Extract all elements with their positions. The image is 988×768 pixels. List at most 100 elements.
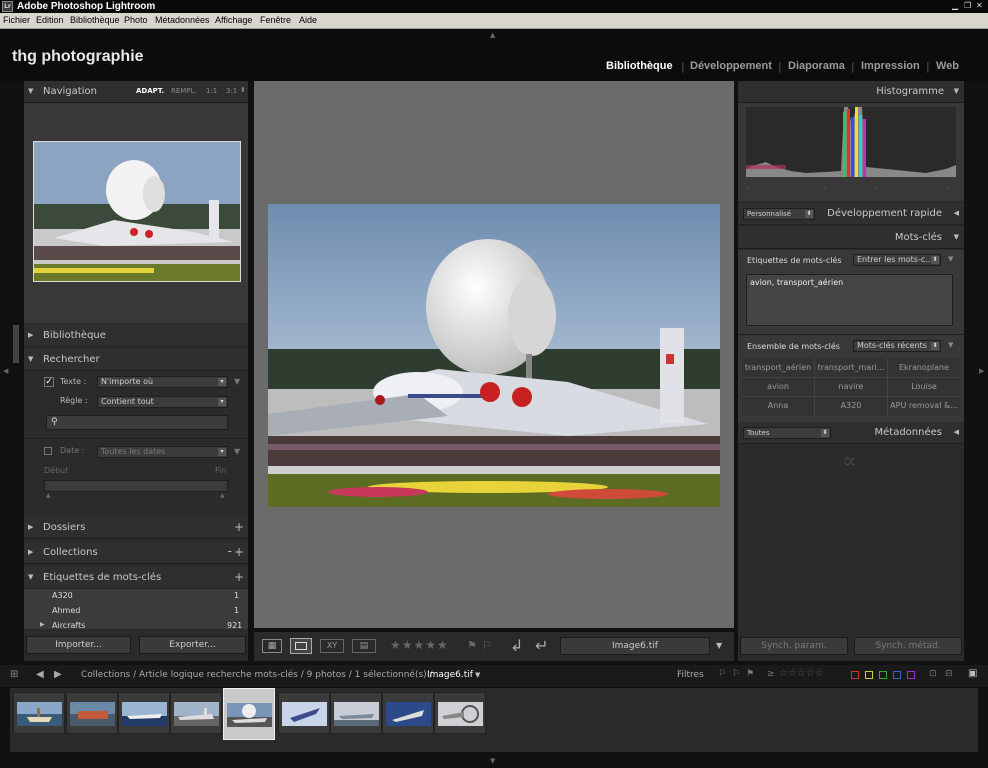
filmstrip-thumbnail[interactable] [118, 692, 170, 734]
menu-fichier[interactable]: Fichier [3, 15, 30, 25]
histogram-collapse-icon[interactable]: ▼ [954, 87, 959, 95]
filmstrip-thumbnail[interactable] [330, 692, 382, 734]
metadonnees-expand-icon[interactable]: ◀ [954, 428, 959, 436]
close-icon[interactable]: ✕ [976, 1, 983, 11]
navigation-header[interactable]: ▼ Navigation ADAPT. REMPL. 1:1 3:1 ⬍ [24, 81, 248, 103]
filmstrip-thumbnail[interactable] [434, 692, 486, 734]
filmstrip-thumbnail[interactable] [13, 692, 65, 734]
purple-label-filter[interactable] [907, 671, 915, 679]
restore-icon[interactable]: ❐ [964, 1, 971, 11]
date-checkbox[interactable] [44, 447, 52, 455]
module-developpement[interactable]: Développement [690, 60, 772, 72]
navigator-preview[interactable] [33, 141, 241, 282]
search-input[interactable]: ⚲ [46, 415, 228, 430]
dossiers-add-icon[interactable]: + [234, 520, 244, 534]
flag-filter-icon[interactable]: ⚐ [732, 669, 740, 679]
keyword-set-item[interactable]: Anna [742, 401, 814, 410]
filmstrip-thumbnail[interactable] [382, 692, 434, 734]
keyword-set-item[interactable]: A320 [815, 401, 887, 410]
forward-arrow-icon[interactable]: ▶ [54, 669, 62, 680]
menu-affichage[interactable]: Affichage [215, 15, 252, 25]
mots-cles-header[interactable]: Mots-clés ▼ [738, 227, 964, 249]
keyword-set-item[interactable]: Ekranoplane [888, 363, 960, 372]
list-item[interactable]: Ahmed 1 [24, 604, 248, 619]
keyword-set-item[interactable]: Louise [888, 382, 960, 391]
mots-cles-collapse-icon[interactable]: ▼ [954, 233, 959, 241]
flag-icon[interactable]: ⚑ [467, 639, 477, 652]
breadcrumb-current[interactable]: Image6.tif [427, 670, 473, 680]
menu-edition[interactable]: Edition [36, 15, 64, 25]
keyword-entry-mode-dropdown[interactable]: Entrer les mots-c... ⬍ [853, 254, 941, 266]
dev-rapide-expand-icon[interactable]: ◀ [954, 209, 959, 217]
breadcrumb-dropdown-icon[interactable]: ▼ [475, 671, 480, 679]
dev-rapide-preset[interactable]: Personnalisé ⬍ [743, 208, 815, 220]
histogram-header[interactable]: Histogramme ▼ [738, 81, 964, 103]
filmstrip-thumbnail-selected[interactable] [223, 688, 275, 740]
minimize-icon[interactable]: ▁ [952, 1, 958, 11]
keyword-set-collapse-icon[interactable]: ▼ [948, 341, 953, 349]
left-panel-toggle-icon[interactable]: ◀ [3, 367, 8, 375]
left-panel-scrollbar[interactable] [13, 325, 19, 363]
collections-add-icon[interactable]: + [234, 545, 244, 559]
blue-label-filter[interactable] [893, 671, 901, 679]
etiquettes-header[interactable]: ▼ Etiquettes de mots-clés + [24, 567, 248, 589]
reject-flag-icon[interactable]: ⚐ [482, 639, 492, 652]
menu-fenetre[interactable]: Fenêtre [260, 15, 291, 25]
flag-filter-icon[interactable]: ⚐ [718, 669, 726, 679]
sync-settings-button[interactable]: Synch. param. [740, 637, 848, 655]
rotate-right-icon[interactable]: ↵ [535, 636, 548, 655]
toolbar-menu-icon[interactable]: ▼ [716, 641, 722, 650]
date-range-slider[interactable] [44, 480, 228, 492]
date-range-start-handle[interactable]: ▲ [46, 492, 51, 499]
module-web[interactable]: Web [936, 60, 959, 72]
module-diaporama[interactable]: Diaporama [788, 60, 845, 72]
export-button[interactable]: Exporter... [139, 636, 246, 654]
rating-filter-icon[interactable]: ☆☆☆☆☆ [779, 668, 824, 679]
menu-bibliotheque[interactable]: Bibliothèque [70, 15, 120, 25]
filter-lock-icon[interactable]: ▣ [968, 668, 977, 679]
dossiers-header[interactable]: ▶ Dossiers + [24, 517, 248, 539]
date-dropdown[interactable]: Toutes les dates ▾ [97, 446, 228, 458]
texte-collapse-icon[interactable]: ▼ [234, 377, 240, 386]
keywords-textarea[interactable]: avion, transport_aérien [746, 274, 953, 326]
red-label-filter[interactable] [851, 671, 859, 679]
rating-stars-icon[interactable]: ★★★★★ [390, 638, 449, 652]
keyword-set-item[interactable]: APU removal &... [888, 401, 960, 410]
module-bibliotheque[interactable]: Bibliothèque [606, 60, 673, 72]
grid-view-icon[interactable]: ▦ [262, 639, 282, 653]
texte-checkbox[interactable]: ✓ [44, 377, 54, 387]
rotate-left-icon[interactable]: ↲ [510, 636, 523, 655]
menu-photo[interactable]: Photo [124, 15, 148, 25]
keyword-set-dropdown[interactable]: Mots-clés récents ⬍ [853, 340, 941, 352]
reject-filter-icon[interactable]: ⚑ [746, 669, 754, 679]
collections-remove-icon[interactable]: - [228, 544, 232, 558]
filter-preset-icon[interactable]: ⊡ [929, 669, 937, 679]
list-item[interactable]: ▶ Aircrafts 921 [24, 619, 248, 629]
rating-operator-icon[interactable]: ≥ [767, 669, 775, 679]
texte-dropdown[interactable]: N'importe où ▾ [97, 376, 228, 388]
date-collapse-icon[interactable]: ▼ [234, 447, 240, 456]
top-panel-toggle-icon[interactable]: ▲ [490, 31, 495, 39]
keyword-set-item[interactable]: transport_mari... [815, 363, 887, 372]
green-label-filter[interactable] [879, 671, 887, 679]
dev-rapide-header[interactable]: Personnalisé ⬍ Développement rapide ◀ [738, 203, 964, 225]
right-panel-toggle-icon[interactable]: ▶ [979, 367, 984, 375]
expand-icon[interactable]: ▶ [40, 621, 45, 628]
back-arrow-icon[interactable]: ◀ [36, 669, 44, 680]
regle-dropdown[interactable]: Contient tout ▾ [97, 396, 228, 408]
filter-toggle-icon[interactable]: ⊟ [945, 669, 953, 679]
menu-metadonnees[interactable]: Métadonnées [155, 15, 210, 25]
grid-toggle-icon[interactable]: ⊞ [10, 669, 18, 680]
bibliotheque-header[interactable]: ▶ Bibliothèque [24, 325, 248, 347]
collections-header[interactable]: ▶ Collections - + [24, 542, 248, 564]
sync-metadata-button[interactable]: Synch. métad. [854, 637, 962, 655]
yellow-label-filter[interactable] [865, 671, 873, 679]
zoom-3-1[interactable]: 3:1 [226, 87, 237, 95]
breadcrumb[interactable]: Collections / Article logique recherche … [81, 670, 433, 680]
metadonnees-header[interactable]: Toutes ⬍ Métadonnées ◀ [738, 422, 964, 444]
menu-aide[interactable]: Aide [299, 15, 317, 25]
etiquettes-add-icon[interactable]: + [234, 570, 244, 584]
main-photo[interactable] [268, 204, 720, 507]
list-item[interactable]: A320 1 [24, 589, 248, 604]
loupe-view-icon[interactable] [290, 638, 312, 654]
